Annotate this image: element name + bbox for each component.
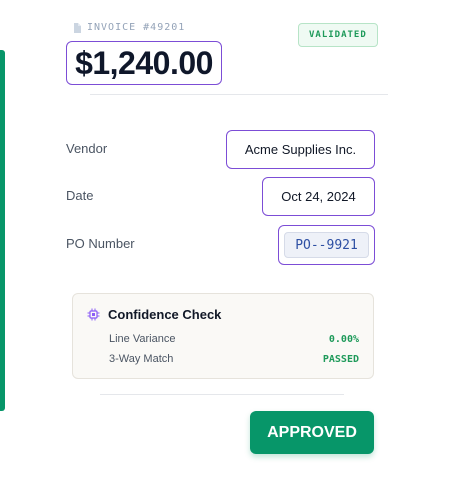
po-number-label: PO Number	[66, 236, 135, 251]
three-way-match-value: PASSED	[322, 353, 359, 365]
divider	[100, 394, 344, 395]
three-way-match-label: 3-Way Match	[109, 353, 174, 365]
po-number-field[interactable]: PO--9921	[278, 225, 375, 265]
confidence-row: Line Variance 0.00%	[109, 333, 359, 345]
line-variance-value: 0.00%	[328, 333, 359, 345]
invoice-header: INVOICE #49201	[73, 22, 185, 33]
accent-bar	[0, 50, 5, 411]
document-icon	[73, 22, 81, 33]
po-number-value: PO--9921	[284, 232, 369, 258]
confidence-row: 3-Way Match PASSED	[109, 353, 359, 365]
confidence-header: Confidence Check	[87, 307, 221, 322]
divider	[90, 94, 388, 95]
confidence-check-card: Confidence Check Line Variance 0.00% 3-W…	[72, 293, 374, 379]
confidence-title: Confidence Check	[108, 307, 222, 322]
date-label: Date	[66, 188, 94, 203]
status-badge: VALIDATED	[298, 23, 378, 47]
vendor-label: Vendor	[66, 141, 108, 156]
date-field[interactable]: Oct 24, 2024	[262, 177, 375, 216]
invoice-amount[interactable]: $1,240.00	[66, 41, 222, 85]
invoice-panel: INVOICE #49201 VALIDATED $1,240.00 Vendo…	[0, 0, 452, 477]
approve-button[interactable]: APPROVED	[250, 411, 374, 454]
line-variance-label: Line Variance	[109, 333, 176, 345]
vendor-field[interactable]: Acme Supplies Inc.	[226, 130, 375, 169]
chip-icon	[87, 308, 100, 321]
invoice-number: INVOICE #49201	[87, 22, 186, 33]
